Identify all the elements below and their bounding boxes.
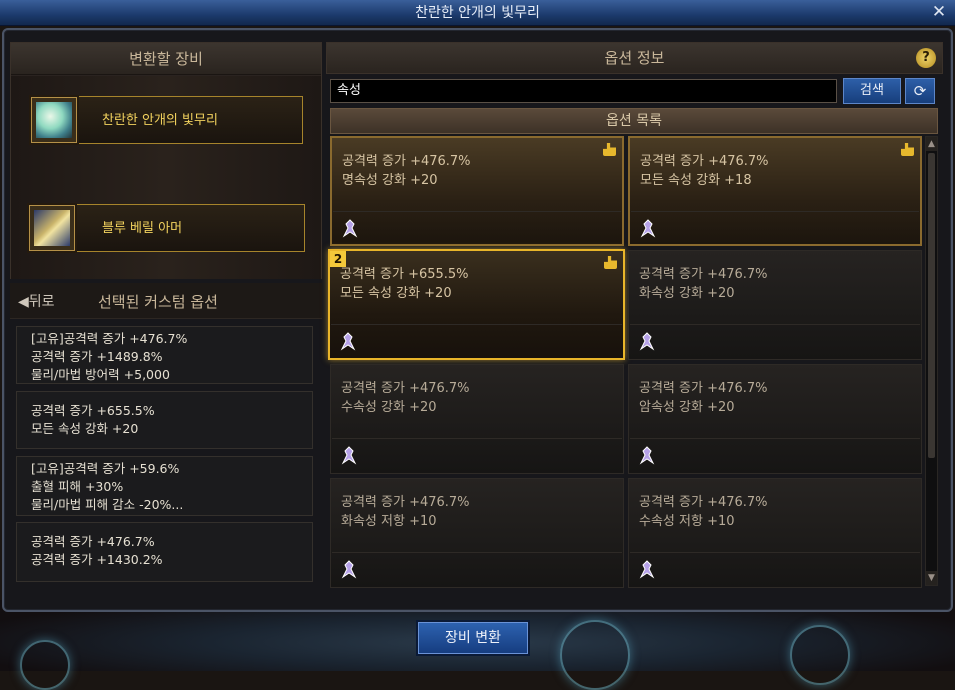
selected-option-1[interactable]: [고유]공격력 증가 +476.7% 공격력 증가 +1489.8% 물리/마법…: [16, 326, 313, 384]
option-card-3[interactable]: 2 공격력 증가 +655.5% 모든 속성 강화 +20: [328, 249, 625, 360]
help-icon[interactable]: ?: [916, 48, 936, 68]
refresh-icon[interactable]: ⟳: [905, 78, 935, 104]
window-title: 찬란한 안개의 빛무리: [415, 5, 540, 21]
option-card-1[interactable]: 공격력 증가 +476.7% 명속성 강화 +20: [330, 136, 624, 246]
option-card-line2: 화속성 저항 +10: [341, 514, 437, 529]
thumbs-up-icon: [603, 143, 616, 156]
scroll-up-icon[interactable]: ▲: [926, 137, 937, 151]
character-icon: [640, 219, 656, 238]
option-card-line2: 암속성 강화 +20: [639, 400, 735, 415]
option-card-line1: 공격력 증가 +476.7%: [341, 495, 470, 510]
option-line: [고유]공격력 증가 +476.7%: [31, 331, 188, 346]
option-card-line1: 공격력 증가 +476.7%: [639, 267, 768, 282]
option-card-line2: 모든 속성 강화 +20: [340, 286, 452, 301]
equipment-panel: 변환할 장비 찬란한 안개의 빛무리 ⬇ 블루 베릴 아머: [10, 42, 322, 279]
character-icon: [639, 560, 655, 579]
selected-option-2[interactable]: 공격력 증가 +655.5% 모든 속성 강화 +20: [16, 391, 313, 449]
card-divider: [332, 438, 622, 439]
option-line: 공격력 증가 +1430.2%: [31, 552, 163, 567]
option-list-scrollbar[interactable]: ▲ ▼: [925, 136, 938, 586]
close-icon[interactable]: ✕: [929, 2, 949, 22]
character-icon: [639, 446, 655, 465]
option-card-line2: 화속성 강화 +20: [639, 286, 735, 301]
thumbs-up-icon: [901, 143, 914, 156]
card-divider: [331, 324, 622, 325]
option-card-line1: 공격력 증가 +476.7%: [640, 154, 769, 169]
card-divider: [333, 211, 621, 212]
character-icon: [341, 560, 357, 579]
selected-option-3[interactable]: [고유]공격력 증가 +59.6% 출혈 피해 +30% 물리/마법 피해 감소…: [16, 456, 313, 516]
search-input[interactable]: 속성: [330, 79, 837, 103]
equipment-panel-body: 찬란한 안개의 빛무리 ⬇ 블루 베릴 아머: [11, 76, 321, 279]
option-line: 물리/마법 피해 감소 -20%...: [31, 497, 184, 512]
option-info-header: 옵션 정보 ?: [326, 42, 943, 74]
option-card-line1: 공격력 증가 +476.7%: [639, 495, 768, 510]
option-card-4[interactable]: 공격력 증가 +476.7% 화속성 강화 +20: [628, 250, 922, 360]
option-card-line1: 공격력 증가 +476.7%: [639, 381, 768, 396]
equipment-panel-header: 변환할 장비: [11, 43, 321, 75]
source-item-name: 찬란한 안개의 빛무리: [102, 113, 218, 128]
option-card-line1: 공격력 증가 +655.5%: [340, 267, 469, 282]
character-icon: [340, 332, 356, 351]
character-icon: [341, 446, 357, 465]
option-card-line2: 명속성 강화 +20: [342, 173, 438, 188]
selected-options-title: 선택된 커스텀 옵션: [98, 293, 218, 311]
card-divider: [630, 324, 920, 325]
window-titlebar: 찬란한 안개의 빛무리 ✕: [0, 0, 955, 26]
search-button[interactable]: 검색: [843, 78, 901, 104]
back-button[interactable]: ◀뒤로: [18, 291, 55, 311]
card-divider: [332, 552, 622, 553]
option-list-header: 옵션 목록: [330, 108, 938, 134]
option-card-line2: 수속성 강화 +20: [341, 400, 437, 415]
source-item-icon[interactable]: [31, 97, 77, 143]
option-card-6[interactable]: 공격력 증가 +476.7% 암속성 강화 +20: [628, 364, 922, 474]
option-card-5[interactable]: 공격력 증가 +476.7% 수속성 강화 +20: [330, 364, 624, 474]
convert-equipment-button[interactable]: 장비 변환: [418, 622, 528, 654]
option-card-line2: 수속성 저항 +10: [639, 514, 735, 529]
card-divider: [630, 438, 920, 439]
option-line: 출혈 피해 +30%: [31, 479, 124, 494]
option-line: 공격력 증가 +1489.8%: [31, 349, 163, 364]
option-line: 물리/마법 방어력 +5,000: [31, 367, 170, 382]
option-card-2[interactable]: 공격력 증가 +476.7% 모든 속성 강화 +18: [628, 136, 922, 246]
selected-options-header-row: ◀뒤로 선택된 커스텀 옵션: [10, 283, 322, 319]
option-card-line2: 모든 속성 강화 +18: [640, 173, 752, 188]
option-line: 모든 속성 강화 +20: [31, 421, 139, 436]
character-icon: [342, 219, 358, 238]
option-line: 공격력 증가 +476.7%: [31, 534, 155, 549]
card-divider: [630, 552, 920, 553]
option-card-line1: 공격력 증가 +476.7%: [342, 154, 471, 169]
card-divider: [631, 211, 919, 212]
option-card-7[interactable]: 공격력 증가 +476.7% 화속성 저항 +10: [330, 478, 624, 588]
option-line: 공격력 증가 +655.5%: [31, 403, 155, 418]
selected-option-4[interactable]: 공격력 증가 +476.7% 공격력 증가 +1430.2%: [16, 522, 313, 582]
thumbs-up-icon: [604, 256, 617, 269]
character-icon: [639, 332, 655, 351]
option-line: [고유]공격력 증가 +59.6%: [31, 461, 180, 476]
target-item-icon[interactable]: [29, 205, 75, 251]
option-info-title: 옵션 정보: [604, 49, 665, 67]
scrollbar-thumb[interactable]: [928, 153, 935, 458]
target-item-name: 블루 베릴 아머: [102, 221, 183, 236]
option-card-line1: 공격력 증가 +476.7%: [341, 381, 470, 396]
option-card-8[interactable]: 공격력 증가 +476.7% 수속성 저항 +10: [628, 478, 922, 588]
scroll-down-icon[interactable]: ▼: [926, 571, 937, 585]
